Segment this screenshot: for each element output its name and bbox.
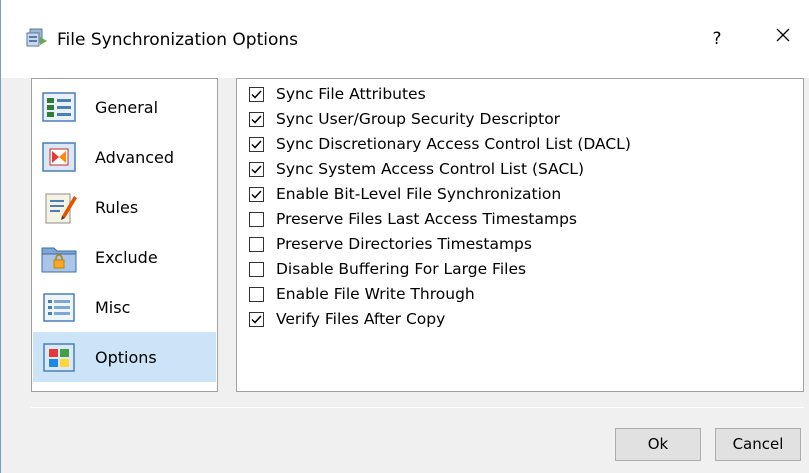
- rules-icon: [40, 188, 78, 226]
- help-button[interactable]: ?: [695, 22, 739, 56]
- option-preserve-directory-timestamps[interactable]: Preserve Directories Timestamps: [249, 233, 532, 255]
- checkbox[interactable]: [249, 86, 264, 102]
- option-write-through[interactable]: Enable File Write Through: [249, 283, 475, 305]
- advanced-icon: [40, 138, 78, 176]
- nav-label-general: General: [95, 97, 159, 117]
- option-label: Preserve Directories Timestamps: [276, 235, 532, 253]
- nav-item-exclude[interactable]: Exclude: [33, 232, 216, 282]
- checkbox[interactable]: [249, 211, 264, 227]
- checkbox[interactable]: [249, 286, 264, 302]
- close-icon: [776, 28, 790, 42]
- sync-app-icon: [26, 28, 48, 48]
- option-label: Disable Buffering For Large Files: [276, 260, 527, 278]
- checkbox[interactable]: [249, 261, 264, 277]
- option-verify-after-copy[interactable]: Verify Files After Copy: [249, 308, 445, 330]
- nav-label-rules: Rules: [95, 197, 139, 217]
- option-label: Enable File Write Through: [276, 285, 475, 303]
- option-preserve-access-timestamps[interactable]: Preserve Files Last Access Timestamps: [249, 208, 577, 230]
- checkbox[interactable]: [249, 311, 264, 327]
- category-list: General Advanced Rules Exclude Misc Opti…: [31, 78, 218, 392]
- nav-label-advanced: Advanced: [95, 147, 175, 167]
- misc-icon: [40, 288, 78, 326]
- checkbox[interactable]: [249, 111, 264, 127]
- checkbox[interactable]: [249, 186, 264, 202]
- option-sync-security-descriptor[interactable]: Sync User/Group Security Descriptor: [249, 108, 560, 130]
- option-sync-sacl[interactable]: Sync System Access Control List (SACL): [249, 158, 584, 180]
- nav-item-misc[interactable]: Misc: [33, 282, 216, 332]
- nav-item-options[interactable]: Options: [33, 332, 216, 382]
- option-label: Sync File Attributes: [276, 85, 426, 103]
- nav-label-options: Options: [95, 347, 157, 367]
- ok-button[interactable]: Ok: [615, 428, 701, 461]
- option-label: Sync Discretionary Access Control List (…: [276, 135, 631, 153]
- option-label: Verify Files After Copy: [276, 310, 446, 328]
- exclude-icon: [40, 238, 78, 276]
- close-button[interactable]: [761, 22, 805, 56]
- nav-label-exclude: Exclude: [95, 247, 158, 267]
- checkbox[interactable]: [249, 236, 264, 252]
- window-title: File Synchronization Options: [57, 30, 299, 50]
- option-sync-dacl[interactable]: Sync Discretionary Access Control List (…: [249, 133, 631, 155]
- dialog-window: File Synchronization Options ? General A…: [0, 0, 809, 473]
- option-disable-buffering[interactable]: Disable Buffering For Large Files: [249, 258, 526, 280]
- nav-item-rules[interactable]: Rules: [33, 182, 216, 232]
- options-icon: [40, 338, 78, 376]
- cancel-button[interactable]: Cancel: [715, 428, 801, 461]
- option-label: Sync User/Group Security Descriptor: [276, 110, 561, 128]
- checkbox[interactable]: [249, 161, 264, 177]
- options-panel: Sync File Attributes Sync User/Group Sec…: [236, 78, 804, 392]
- nav-item-general[interactable]: General: [33, 82, 216, 132]
- nav-item-advanced[interactable]: Advanced: [33, 132, 216, 182]
- option-bit-level-sync[interactable]: Enable Bit-Level File Synchronization: [249, 183, 561, 205]
- option-label: Preserve Files Last Access Timestamps: [276, 210, 578, 228]
- separator: [31, 407, 804, 408]
- general-icon: [40, 88, 78, 126]
- option-sync-file-attributes[interactable]: Sync File Attributes: [249, 83, 426, 105]
- option-label: Sync System Access Control List (SACL): [276, 160, 584, 178]
- title-bar: File Synchronization Options ?: [1, 0, 809, 78]
- option-label: Enable Bit-Level File Synchronization: [276, 185, 562, 203]
- checkbox[interactable]: [249, 136, 264, 152]
- nav-label-misc: Misc: [95, 297, 131, 317]
